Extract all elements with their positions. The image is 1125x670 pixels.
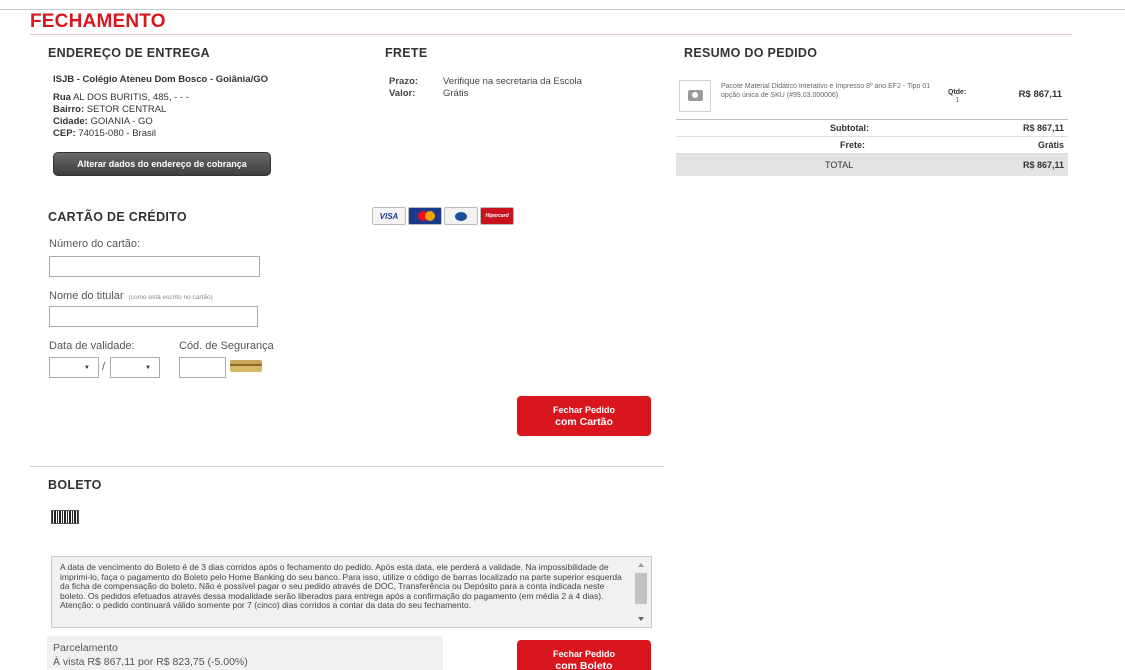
expiry-year-select[interactable]: ▼	[110, 357, 160, 378]
cardholder-name-input[interactable]	[49, 306, 258, 327]
cep-value: 74015-080 - Brasil	[78, 128, 156, 139]
frete-row: Frete: Grátis	[676, 137, 1068, 154]
title-divider	[30, 34, 1072, 35]
cardholder-name-label: Nome do titular (como está escrito no car…	[49, 290, 213, 302]
cep-label: CEP:	[53, 128, 76, 139]
qtde-value: 1	[955, 97, 960, 104]
change-billing-address-button[interactable]: Alterar dados do endereço de cobrança	[53, 152, 271, 176]
total-value: R$ 867,11	[1022, 160, 1064, 170]
cvv-label: Cód. de Segurança	[179, 340, 274, 352]
cardholder-name-hint: (como está escrito no cartão)	[128, 294, 213, 301]
card-button-line1: Fechar Pedido	[552, 404, 615, 415]
mastercard-icon[interactable]	[408, 207, 442, 225]
card-number-input[interactable]	[49, 256, 260, 277]
resumo-heading: RESUMO DO PEDIDO	[684, 46, 818, 60]
boleto-heading: BOLETO	[48, 478, 102, 492]
prazo-label: Prazo:	[389, 76, 419, 87]
valor-label: Valor:	[389, 88, 416, 99]
page-title: FECHAMENTO	[30, 11, 166, 32]
address-cep: CEP: 74015-080 - Brasil	[53, 128, 268, 140]
product-name: Pacote Material Didático Interativo e Im…	[721, 83, 931, 90]
frete-value: Grátis	[1037, 140, 1064, 150]
card-button-line2: com Cartão	[555, 415, 613, 428]
installment-label: Parcelamento	[53, 642, 118, 654]
camera-icon	[679, 79, 711, 112]
close-order-card-button[interactable]: Fechar Pedido com Cartão	[517, 396, 651, 436]
chevron-down-icon: ▼	[84, 364, 90, 371]
top-divider	[0, 9, 1125, 10]
subtotal-row: Subtotal: R$ 867,11	[676, 120, 1068, 137]
street-value: AL DOS BURITIS, 485, - - -	[73, 92, 189, 103]
frete-prazo-row: Prazo: Verifique na secretaria da Escola	[389, 76, 582, 88]
subtotal-label: Subtotal:	[830, 123, 869, 133]
valor-value: Grátis	[443, 88, 469, 99]
total-label: TOTAL	[825, 160, 854, 170]
barcode-icon	[51, 510, 79, 524]
visa-icon[interactable]: VISA	[372, 207, 406, 225]
school-name: ISJB - Colégio Ateneu Dom Bosco - Goiâni…	[53, 74, 269, 85]
diners-club-icon[interactable]	[444, 207, 478, 225]
qtde-label: Qtde:	[948, 89, 967, 96]
address-block: ISJB - Colégio Ateneu Dom Bosco - Goiâni…	[53, 74, 268, 140]
product-sku: opção única de SKU (#99.03.000006)	[721, 92, 839, 99]
order-summary: Pacote Material Didático Interativo e Im…	[676, 72, 1068, 176]
product-description: Pacote Material Didático Interativo e Im…	[721, 82, 941, 100]
frete-valor-row: Valor: Grátis	[389, 88, 582, 100]
street-label: Rua	[53, 92, 71, 103]
frete-block: Prazo: Verifique na secretaria da Escola …	[389, 76, 582, 100]
installment-box: Parcelamento À vista R$ 867,11 por R$ 82…	[47, 636, 443, 670]
card-number-label: Número do cartão:	[49, 238, 141, 250]
bairro-value: SETOR CENTRAL	[86, 104, 167, 115]
hipercard-icon[interactable]: Hipercard	[480, 207, 514, 225]
section-divider	[30, 466, 664, 467]
frete-label: Frete:	[840, 140, 866, 150]
product-price: R$ 867,11	[1018, 89, 1062, 100]
boleto-button-line1: Fechar Pedido	[552, 648, 615, 659]
cidade-label: Cidade:	[53, 116, 88, 127]
scrollbar-thumb[interactable]	[635, 573, 647, 604]
address-cidade: Cidade: GOIANIA - GO	[53, 116, 268, 128]
boleto-terms[interactable]: A data de vencimento do Boleto é de 3 di…	[51, 556, 652, 628]
expiry-separator: /	[102, 361, 106, 373]
boleto-button-line2: com Boleto	[555, 659, 613, 670]
scroll-up-icon[interactable]	[638, 563, 644, 567]
cidade-value: GOIANIA - GO	[90, 116, 153, 127]
product-row: Pacote Material Didático Interativo e Im…	[676, 72, 1068, 120]
bairro-label: Bairro:	[53, 104, 85, 115]
product-quantity: Qtde: 1	[948, 89, 966, 105]
chevron-down-icon: ▼	[145, 364, 151, 371]
address-street: Rua AL DOS BURITIS, 485, - - -	[53, 92, 268, 104]
total-row: TOTAL R$ 867,11	[676, 154, 1068, 176]
cardholder-name-label-text: Nome do titular	[49, 290, 124, 302]
expiry-label: Data de validade:	[49, 340, 135, 352]
frete-heading: FRETE	[385, 46, 428, 60]
address-bairro: Bairro: SETOR CENTRAL	[53, 104, 268, 116]
cvv-input[interactable]	[179, 357, 226, 378]
close-order-boleto-button[interactable]: Fechar Pedido com Boleto	[517, 640, 651, 670]
expiry-month-select[interactable]: ▼	[49, 357, 99, 378]
card-back-icon	[230, 360, 262, 372]
subtotal-value: R$ 867,11	[1022, 123, 1064, 133]
endereco-heading: ENDEREÇO DE ENTREGA	[48, 46, 210, 60]
installment-value: À vista R$ 867,11 por R$ 823,75 (-5.00%)	[53, 656, 248, 668]
terms-scrollbar[interactable]	[632, 557, 651, 627]
cartao-heading: CARTÃO DE CRÉDITO	[48, 210, 187, 224]
card-brands: VISA Hipercard	[372, 207, 514, 225]
prazo-value: Verifique na secretaria da Escola	[443, 76, 582, 87]
scroll-down-icon[interactable]	[638, 617, 644, 621]
